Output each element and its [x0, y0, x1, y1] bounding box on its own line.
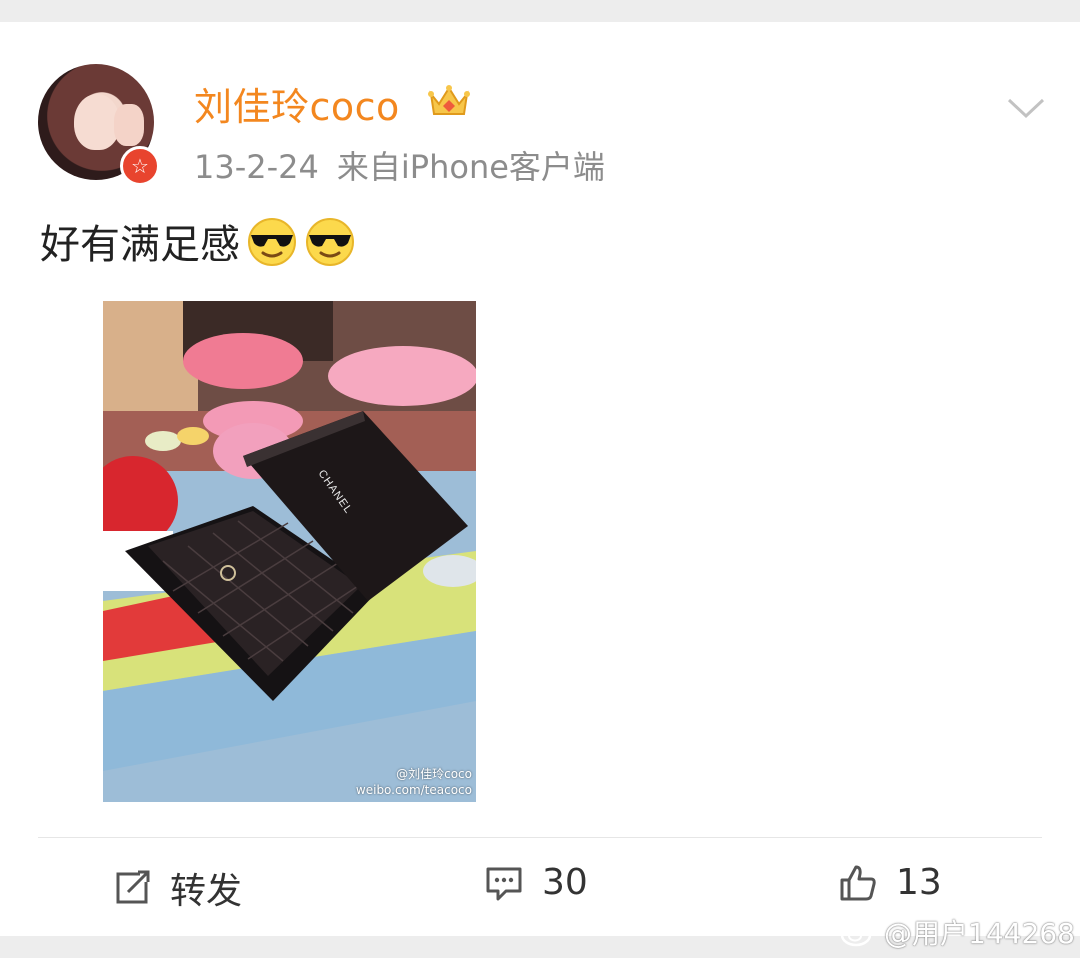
- post-source[interactable]: 来自iPhone客户端: [337, 148, 605, 186]
- thumbs-up-icon: [840, 865, 876, 900]
- like-button[interactable]: 13: [838, 862, 942, 903]
- sunglasses-emoji-icon: [306, 218, 354, 266]
- post-meta: 13-2-24 来自iPhone客户端: [194, 142, 605, 188]
- post-date: 13-2-24: [194, 148, 319, 186]
- weibo-logo-icon: [840, 919, 876, 947]
- repost-icon: [116, 870, 150, 904]
- avatar[interactable]: ☆: [38, 64, 160, 186]
- screenshot-watermark: @用户144268: [840, 912, 1075, 952]
- repost-label: 转发: [170, 871, 243, 912]
- post-text: 好有满足感: [40, 212, 356, 270]
- weibo-post-card: ☆ 刘佳玲coco 13-2-24 来自iPhone客户端 好有满足感 CHAN…: [0, 22, 1080, 936]
- photo-watermark: @刘佳玲coco weibo.com/teacoco: [356, 766, 472, 798]
- divider: [38, 837, 1042, 838]
- post-photo[interactable]: CHANEL @刘佳玲coco weibo.com/teacoco: [103, 301, 476, 802]
- comment-icon: [486, 867, 522, 900]
- photo-watermark-user: @刘佳玲coco: [396, 767, 472, 781]
- username[interactable]: 刘佳玲coco: [194, 76, 400, 131]
- post-text-content: 好有满足感: [40, 222, 240, 268]
- comment-button[interactable]: 30: [484, 862, 588, 903]
- chevron-down-icon[interactable]: [1006, 92, 1046, 122]
- photo-illustration: CHANEL: [103, 301, 476, 802]
- repost-button[interactable]: 转发: [112, 862, 242, 914]
- like-count: 13: [896, 862, 942, 903]
- photo-watermark-url: weibo.com/teacoco: [355, 783, 472, 797]
- comment-count: 30: [542, 862, 588, 903]
- crown-icon[interactable]: [428, 82, 470, 120]
- sunglasses-emoji-icon: [248, 218, 296, 266]
- verified-badge-icon: ☆: [120, 146, 160, 186]
- watermark-text: @用户144268: [884, 917, 1075, 950]
